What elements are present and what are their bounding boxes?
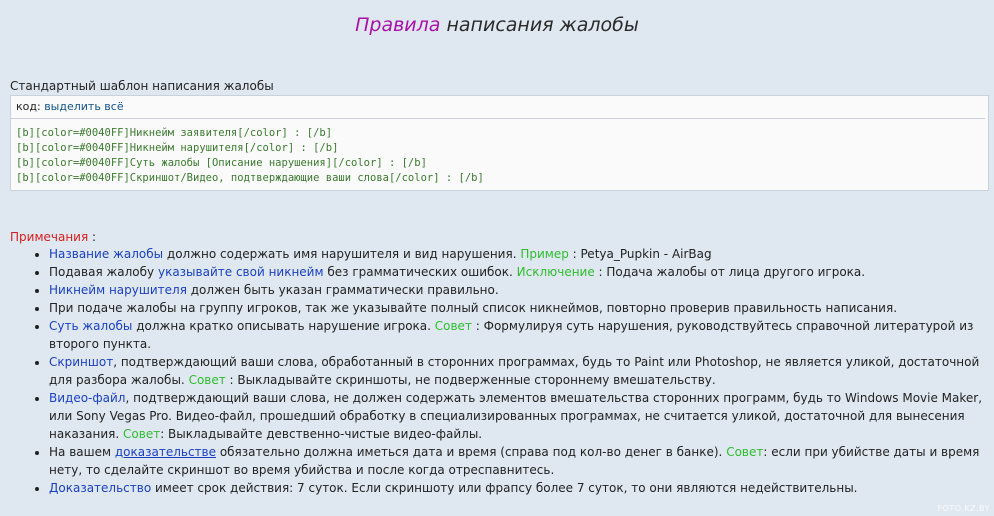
template-label: Стандартный шаблон написания жалобы (10, 79, 274, 93)
notes-heading: Примечания : (10, 229, 96, 246)
note-tip-label: Исключение (516, 265, 595, 279)
code-line: [b][color=#0040FF]Суть жалобы [Описание … (16, 157, 427, 169)
notes-list: Название жалобы должно содержать имя нар… (0, 245, 984, 497)
note-keyword: указывайте свой никнейм (157, 265, 324, 279)
note-item-offender-nickname: Никнейм нарушителя должен быть указан гр… (49, 281, 984, 299)
note-text: : Подача жалобы от лица другого игрока. (594, 265, 866, 279)
note-item-own-nickname: Подавая жалобу указывайте свой никнейм б… (49, 263, 984, 281)
note-text: обязательно должна иметься дата и время … (216, 445, 727, 459)
note-item-complaint-essence: Суть жалобы должна кратко описывать нару… (49, 317, 984, 353)
note-text: должен быть указан грамматически правиль… (186, 283, 499, 297)
note-keyword: Название жалобы (49, 247, 164, 261)
note-item-evidence-validity: Доказательство имеет срок действия: 7 су… (49, 479, 984, 497)
note-keyword: Никнейм нарушителя (49, 283, 187, 297)
note-text: При подаче жалобы на группу игроков, так… (49, 301, 898, 315)
page-title-rest: написания жалобы (440, 14, 639, 36)
note-item-group-complaint: При подаче жалобы на группу игроков, так… (49, 299, 984, 317)
note-text: : Petya_Pupkin - AirBag (568, 247, 712, 261)
note-text: Подавая жалобу (49, 265, 158, 279)
watermark: FOTO.KZ.BY (937, 504, 990, 513)
note-tip-label: Совет (434, 319, 472, 333)
note-item-screenshot: Скриншот, подтверждающий ваши слова, обр… (49, 353, 984, 389)
code-header: код: выделить всё (11, 96, 985, 119)
page-title: Правила написания жалобы (0, 12, 994, 38)
note-text: имеет срок действия: 7 суток. Если скрин… (151, 481, 858, 495)
code-lines: [b][color=#0040FF]Никнейм заявителя[/col… (11, 119, 988, 186)
code-line: [b][color=#0040FF]Скриншот/Видео, подтве… (16, 172, 484, 184)
note-text: без грамматических ошибок. (323, 265, 517, 279)
note-tip-label: Совет (726, 445, 764, 459)
code-line: [b][color=#0040FF]Никнейм заявителя[/col… (16, 127, 333, 139)
note-tip-label: Совет (123, 427, 161, 441)
note-item-video: Видео-файл, подтверждающий ваши слова, н… (49, 389, 984, 443)
note-text: : Выкладывайте девственно-чистые видео-ф… (160, 427, 483, 441)
note-tip-label: Совет (188, 373, 226, 387)
note-keyword: Скриншот (49, 355, 114, 369)
note-text: должна кратко описывать нарушение игрока… (132, 319, 435, 333)
note-tip-label: Пример (520, 247, 569, 261)
code-prefix: код: (16, 100, 41, 113)
select-all-link[interactable]: выделить всё (44, 100, 123, 113)
code-line: [b][color=#0040FF]Никнейм нарушителя[/co… (16, 142, 339, 154)
note-item-complaint-title: Название жалобы должно содержать имя нар… (49, 245, 984, 263)
page-title-accent: Правила (355, 14, 441, 36)
note-text: должно содержать имя нарушителя и вид на… (163, 247, 521, 261)
notes-heading-suffix: : (88, 230, 97, 244)
note-keyword: Доказательство (49, 481, 152, 495)
evidence-link[interactable]: доказательстве (115, 445, 216, 459)
note-text: : Выкладывайте скриншоты, не подверженны… (225, 373, 716, 387)
note-keyword: Видео-файл (49, 391, 126, 405)
code-box: код: выделить всё [b][color=#0040FF]Никн… (10, 95, 989, 191)
note-text: На вашем (49, 445, 115, 459)
notes-heading-label: Примечания (10, 230, 89, 244)
note-item-evidence-timestamp: На вашем доказательстве обязательно долж… (49, 443, 984, 479)
note-keyword: Суть жалобы (49, 319, 133, 333)
